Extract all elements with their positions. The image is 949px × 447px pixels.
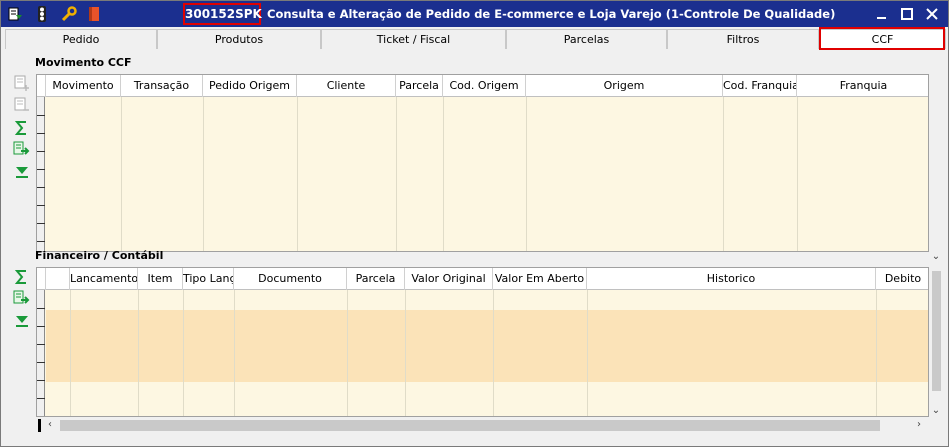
menu-icon[interactable]: [7, 6, 23, 22]
col-cliente[interactable]: Cliente: [297, 75, 396, 97]
tab-bar: Pedido Produtos Ticket / Fiscal Parcelas…: [5, 29, 946, 49]
close-icon[interactable]: [924, 6, 940, 22]
filter-icon[interactable]: [13, 164, 31, 180]
add-record-icon[interactable]: [13, 75, 31, 91]
remove-record-icon[interactable]: [13, 97, 31, 113]
row-divider: [37, 151, 45, 152]
col-cod-franquia[interactable]: Cod. Franquia: [723, 75, 797, 97]
col-documento[interactable]: Documento: [234, 268, 347, 290]
movimento-grid[interactable]: Movimento Transação Pedido Origem Client…: [36, 74, 929, 252]
col-blank[interactable]: [46, 268, 70, 290]
filter-icon[interactable]: [13, 313, 31, 329]
row-divider: [37, 344, 45, 345]
col-parcela[interactable]: Parcela: [347, 268, 405, 290]
row-divider: [37, 115, 45, 116]
financeiro-hscroll[interactable]: ‹ ›: [36, 417, 929, 434]
wrench-icon[interactable]: [61, 6, 77, 22]
hscroll-left-marker: [38, 419, 41, 432]
movimento-vscroll[interactable]: ⌄: [929, 74, 944, 265]
row-indicator-header: [37, 75, 46, 97]
window-title: Consulta e Alteração de Pedido de E-comm…: [267, 7, 836, 21]
selected-row-highlight[interactable]: [46, 310, 928, 382]
minimize-icon[interactable]: [874, 6, 890, 22]
title-bar: 300152SPK Consulta e Alteração de Pedido…: [1, 1, 948, 27]
row-divider: [37, 205, 45, 206]
row-indicator-header: [37, 268, 46, 290]
tab-pedido[interactable]: Pedido: [5, 29, 157, 49]
col-origem[interactable]: Origem: [526, 75, 723, 97]
vscroll-thumb[interactable]: [932, 271, 941, 391]
book-icon[interactable]: [86, 6, 102, 22]
col-lancamento[interactable]: Lancamento: [70, 268, 138, 290]
financeiro-vscroll[interactable]: ⌄: [929, 267, 944, 419]
col-movimento[interactable]: Movimento: [46, 75, 121, 97]
tab-produtos[interactable]: Produtos: [157, 29, 321, 49]
financeiro-header: Lancamento Item Tipo Lanç. Documento Par…: [37, 268, 928, 290]
col-transacao[interactable]: Transação: [121, 75, 203, 97]
scroll-down-icon[interactable]: ⌄: [930, 251, 942, 263]
export-icon[interactable]: [13, 141, 31, 157]
tab-parcelas[interactable]: Parcelas: [506, 29, 667, 49]
row-divider: [37, 241, 45, 242]
col-pedido-origem[interactable]: Pedido Origem: [203, 75, 297, 97]
col-franquia[interactable]: Franquia: [797, 75, 928, 97]
section-movimento-title: Movimento CCF: [35, 56, 132, 69]
row-divider: [37, 223, 45, 224]
col-debito[interactable]: Debito: [876, 268, 928, 290]
main-window: 300152SPK Consulta e Alteração de Pedido…: [0, 0, 949, 447]
row-divider: [37, 362, 45, 363]
row-divider: [37, 133, 45, 134]
col-tipo-lanc[interactable]: Tipo Lanç.: [183, 268, 234, 290]
tab-filtros[interactable]: Filtros: [667, 29, 819, 49]
col-historico[interactable]: Historico: [587, 268, 876, 290]
traffic-light-icon[interactable]: [34, 6, 50, 22]
row-divider: [37, 398, 45, 399]
scroll-left-icon[interactable]: ‹: [44, 419, 56, 431]
export-icon[interactable]: [13, 290, 31, 306]
tab-ccf[interactable]: CCF: [819, 29, 946, 49]
row-divider: [37, 380, 45, 381]
hscroll-thumb[interactable]: [60, 420, 880, 431]
scroll-down-icon[interactable]: ⌄: [930, 405, 942, 417]
row-divider: [37, 326, 45, 327]
maximize-icon[interactable]: [899, 6, 915, 22]
movimento-header: Movimento Transação Pedido Origem Client…: [37, 75, 928, 97]
sum-icon[interactable]: [13, 120, 31, 136]
program-code: 300152SPK: [183, 3, 262, 25]
col-cod-origem[interactable]: Cod. Origem: [443, 75, 526, 97]
col-item[interactable]: Item: [138, 268, 183, 290]
scroll-right-icon[interactable]: ›: [913, 419, 925, 431]
sum-icon[interactable]: [13, 269, 31, 285]
row-divider: [37, 308, 45, 309]
col-valor-em-aberto[interactable]: Valor Em Aberto: [493, 268, 587, 290]
row-divider: [37, 169, 45, 170]
financeiro-grid[interactable]: Lancamento Item Tipo Lanç. Documento Par…: [36, 267, 929, 417]
tab-ticket-fiscal[interactable]: Ticket / Fiscal: [321, 29, 506, 49]
row-indicator-column: [37, 97, 45, 251]
row-divider: [37, 187, 45, 188]
col-parcela[interactable]: Parcela: [396, 75, 443, 97]
col-valor-original[interactable]: Valor Original: [405, 268, 493, 290]
section-financeiro-title: Financeiro / Contábil: [35, 249, 164, 262]
